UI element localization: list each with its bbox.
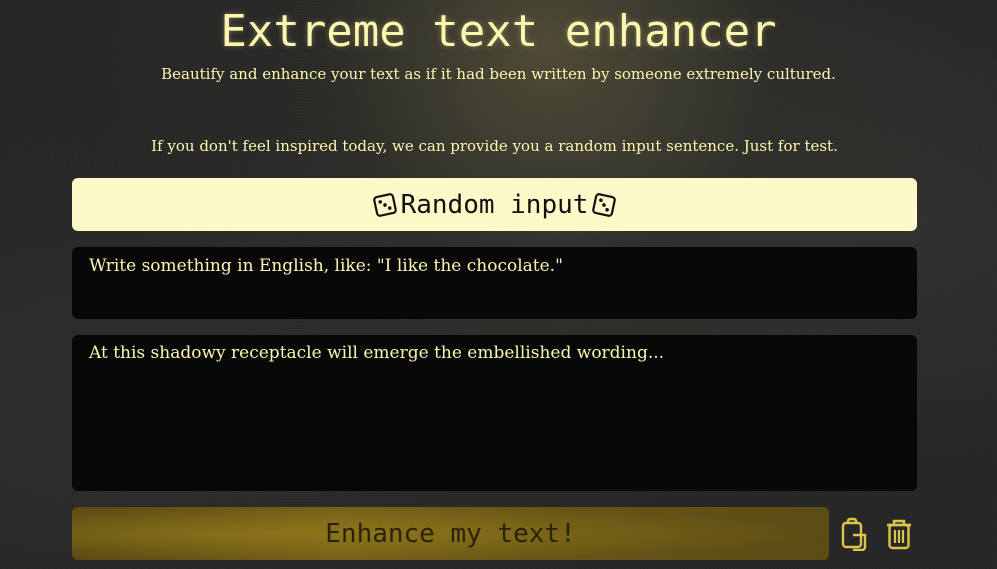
page-subtitle: Beautify and enhance your text as if it … xyxy=(161,65,836,83)
enhanced-output-placeholder: At this shadowy receptacle will emerge t… xyxy=(89,343,665,363)
random-input-button[interactable]: Random input xyxy=(72,178,917,231)
trash-icon[interactable] xyxy=(884,517,914,551)
text-input-placeholder: Write something in English, like: "I lik… xyxy=(89,256,563,276)
text-input[interactable]: Write something in English, like: "I lik… xyxy=(72,247,917,319)
dice-icon xyxy=(372,192,397,217)
enhance-button-label: Enhance my text! xyxy=(325,518,576,549)
enhance-button[interactable]: Enhance my text! xyxy=(72,507,829,560)
dice-icon xyxy=(592,192,617,217)
random-input-label: Random input xyxy=(400,189,589,220)
page-title: Extreme text enhancer xyxy=(220,6,777,57)
random-hint-text: If you don't feel inspired today, we can… xyxy=(151,137,838,155)
copy-icon[interactable] xyxy=(840,517,870,551)
enhanced-output[interactable]: At this shadowy receptacle will emerge t… xyxy=(72,335,917,491)
